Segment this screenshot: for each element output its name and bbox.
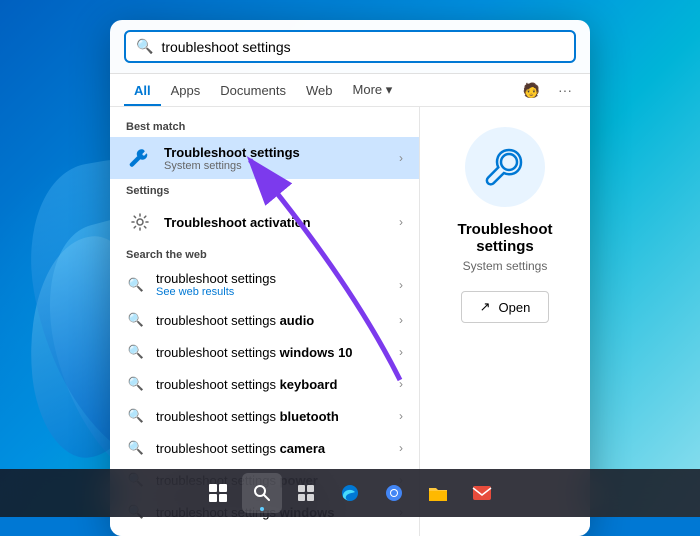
- best-match-arrow: ›: [399, 151, 403, 165]
- open-icon: ↗: [480, 299, 491, 315]
- best-match-item[interactable]: Troubleshoot settings System settings ›: [110, 137, 419, 179]
- best-match-text: Troubleshoot settings System settings: [164, 145, 399, 172]
- open-label: Open: [499, 300, 531, 315]
- tabs-right-icons: 🧑 ···: [519, 78, 576, 103]
- activation-arrow: ›: [399, 215, 403, 229]
- search-tabs: All Apps Documents Web More ▾ 🧑 ···: [110, 74, 590, 107]
- taskbar-edge-icon: [340, 483, 360, 503]
- taskbar-mail-button[interactable]: [462, 473, 502, 513]
- tab-more[interactable]: More ▾: [343, 74, 403, 106]
- taskbar-files-button[interactable]: [418, 473, 458, 513]
- search-input[interactable]: [161, 39, 564, 55]
- taskbar-taskview-icon: [297, 484, 315, 502]
- taskbar-chrome-button[interactable]: [374, 473, 414, 513]
- web-text-1: troubleshoot settings audio: [156, 313, 314, 328]
- web-item-0[interactable]: 🔍 troubleshoot settings See web results …: [110, 265, 419, 304]
- tab-web[interactable]: Web: [296, 75, 343, 106]
- open-button[interactable]: ↗ Open: [461, 291, 550, 323]
- search-input-wrapper[interactable]: 🔍: [124, 30, 576, 63]
- activation-title: Troubleshoot activation: [164, 215, 399, 230]
- web-section-label: Search the web: [110, 243, 419, 265]
- web-arrow-0: ›: [399, 278, 403, 292]
- taskbar-chrome-icon: [384, 483, 404, 503]
- settings-section-label: Settings: [110, 179, 419, 201]
- web-arrow-2: ›: [399, 345, 403, 359]
- web-arrow-3: ›: [399, 377, 403, 391]
- web-search-icon-5: 🔍: [126, 438, 146, 458]
- web-text-3: troubleshoot settings keyboard: [156, 377, 337, 392]
- more-options-icon[interactable]: ···: [554, 78, 576, 102]
- web-text-2: troubleshoot settings windows 10: [156, 345, 353, 360]
- tab-documents[interactable]: Documents: [210, 75, 296, 106]
- web-text-4: troubleshoot settings bluetooth: [156, 409, 339, 424]
- best-match-label: Best match: [110, 115, 419, 137]
- web-item-4[interactable]: 🔍 troubleshoot settings bluetooth ›: [110, 400, 419, 432]
- taskbar-mail-icon: [472, 485, 492, 501]
- taskbar-files-icon: [428, 484, 448, 502]
- taskbar-start-button[interactable]: [198, 473, 238, 513]
- web-arrow-4: ›: [399, 409, 403, 423]
- taskbar-search-button[interactable]: [242, 473, 282, 513]
- settings-gear-icon: [126, 208, 154, 236]
- best-match-title: Troubleshoot settings: [164, 145, 399, 160]
- web-text-5: troubleshoot settings camera: [156, 441, 325, 456]
- web-item-1[interactable]: 🔍 troubleshoot settings audio ›: [110, 304, 419, 336]
- web-arrow-1: ›: [399, 313, 403, 327]
- tab-apps[interactable]: Apps: [161, 75, 211, 106]
- web-arrow-5: ›: [399, 441, 403, 455]
- search-bar: 🔍: [110, 20, 590, 74]
- taskbar-taskview-button[interactable]: [286, 473, 326, 513]
- right-panel-title: Troubleshoot settings: [440, 221, 570, 255]
- windows-logo-icon: [209, 484, 227, 502]
- right-panel-icon: [465, 127, 545, 207]
- tab-all[interactable]: All: [124, 75, 161, 106]
- settings-item-activation[interactable]: Troubleshoot activation ›: [110, 201, 419, 243]
- web-search-icon-3: 🔍: [126, 374, 146, 394]
- web-search-icon-0: 🔍: [126, 275, 146, 295]
- see-results-link: See web results: [156, 286, 276, 298]
- best-match-subtitle: System settings: [164, 160, 399, 172]
- taskbar: [0, 469, 700, 517]
- web-text-0: troubleshoot settings See web results: [156, 271, 276, 298]
- right-panel-subtitle: System settings: [463, 259, 548, 273]
- web-search-icon-4: 🔍: [126, 406, 146, 426]
- web-search-icon-1: 🔍: [126, 310, 146, 330]
- activation-text: Troubleshoot activation: [164, 215, 399, 230]
- web-item-2[interactable]: 🔍 troubleshoot settings windows 10 ›: [110, 336, 419, 368]
- web-item-5[interactable]: 🔍 troubleshoot settings camera ›: [110, 432, 419, 464]
- search-magnifier-icon: 🔍: [136, 38, 153, 55]
- taskbar-search-icon: [253, 484, 271, 502]
- taskbar-edge-button[interactable]: [330, 473, 370, 513]
- web-search-icon-2: 🔍: [126, 342, 146, 362]
- account-icon[interactable]: 🧑: [519, 78, 544, 103]
- wrench-icon: [126, 144, 154, 172]
- search-overlay: 🔍 All Apps Documents Web More ▾ 🧑 ··· Be…: [110, 20, 590, 536]
- web-item-3[interactable]: 🔍 troubleshoot settings keyboard ›: [110, 368, 419, 400]
